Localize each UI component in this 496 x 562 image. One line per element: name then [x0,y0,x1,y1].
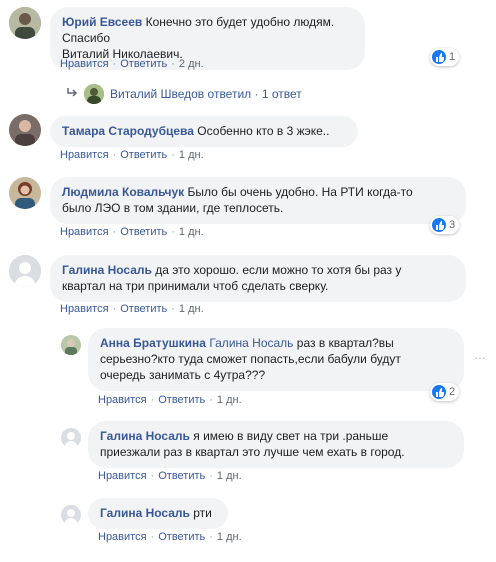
avatar[interactable] [9,255,41,287]
reply-text: я имею в виду свет на три .раньше [193,429,389,443]
like-link[interactable]: Нравится [60,303,109,315]
like-link[interactable]: Нравится [60,226,109,238]
avatar [84,84,104,104]
like-link[interactable]: Нравится [98,470,147,482]
avatar[interactable] [61,505,81,525]
avatar[interactable] [9,177,41,209]
like-icon [432,218,446,232]
comment-text: Было бы очень удобно. На РТИ когда-то [187,185,413,199]
timestamp[interactable]: 1 дн. [217,470,242,482]
reaction-count[interactable]: 1 [430,48,460,66]
comment-text: Особенно кто в 3 жэке.. [197,124,330,138]
more-options-icon[interactable]: ··· [474,349,486,365]
reply-bubble: Анна Братушкина Галина Носаль раз в квар… [88,328,464,391]
reply-link[interactable]: Ответить [120,226,167,238]
person-photo-icon [9,7,41,39]
reply-link[interactable]: Ответить [120,149,167,161]
comment-author[interactable]: Юрий Евсеев [62,15,142,29]
timestamp[interactable]: 1 дн. [179,226,204,238]
reply-actions: Нравится · Ответить · 1 дн. [98,470,242,482]
reply-text: приезжали раз в квартал это лучше чем ех… [100,445,405,459]
reaction-count[interactable]: 2 [430,383,460,401]
reply-link[interactable]: Ответить [158,531,205,543]
reply-actions: Нравится · Ответить · 1 дн. [98,394,242,406]
reply-author[interactable]: Галина Носаль [100,506,190,520]
comment-author[interactable]: Галина Носаль [62,263,152,277]
reply-link[interactable]: Ответить [120,58,167,70]
avatar[interactable] [9,114,41,146]
timestamp[interactable]: 2 дн. [179,58,204,70]
default-avatar-icon [61,428,81,448]
comment-bubble: Людмила Ковальчук Было бы очень удобно. … [50,177,466,224]
comment-text: квартал на три принимали чтоб сделать св… [62,279,329,293]
reaction-count[interactable]: 3 [430,216,460,234]
timestamp[interactable]: 1 дн. [217,531,242,543]
timestamp[interactable]: 1 дн. [217,394,242,406]
like-link[interactable]: Нравится [98,394,147,406]
comment-actions: Нравится · Ответить · 1 дн. [60,303,204,315]
avatar[interactable] [61,335,81,355]
comment-actions: Нравится · Ответить · 1 дн. [60,149,204,161]
person-photo-icon [9,177,41,209]
like-link[interactable]: Нравится [60,58,109,70]
reply-actions: Нравится · Ответить · 1 дн. [98,531,242,543]
like-icon [432,385,446,399]
reply-link[interactable]: Ответить [158,470,205,482]
default-avatar-icon [61,505,81,525]
like-icon [432,50,446,64]
comment-text: было ЛЭО в том здании, где теплосеть. [62,201,284,215]
reply-text: серьезно?кто туда сможет попасть,если ба… [100,352,401,366]
comment-author[interactable]: Людмила Ковальчук [62,185,184,199]
mention-link[interactable]: Галина Носаль [209,336,293,350]
reply-link[interactable]: Ответить [158,394,205,406]
view-replies-link[interactable]: Виталий Шведов ответил · 1 ответ [66,84,302,104]
like-link[interactable]: Нравится [60,149,109,161]
reply-text: раз в квартал?вы [296,336,394,350]
reply-author[interactable]: Анна Братушкина [100,336,206,350]
comment-text: да это хорошо. если можно то хотя бы раз… [155,263,402,277]
avatar[interactable] [9,7,41,39]
reply-text: очередь занимать с 4утра??? [100,368,266,382]
comment-actions: Нравится · Ответить · 1 дн. [60,226,204,238]
reply-author[interactable]: Галина Носаль [100,429,190,443]
timestamp[interactable]: 1 дн. [179,303,204,315]
default-avatar-icon [9,255,41,287]
comment-author[interactable]: Тамара Стародубцева [62,124,194,138]
person-photo-icon [9,114,41,146]
reply-bubble: Галина Носаль рти [88,498,228,529]
like-link[interactable]: Нравится [98,531,147,543]
person-photo-icon [61,335,81,355]
timestamp[interactable]: 1 дн. [179,149,204,161]
reply-arrow-icon [66,87,78,101]
avatar[interactable] [61,428,81,448]
comment-actions: Нравится · Ответить · 2 дн. [60,58,204,70]
reply-link[interactable]: Ответить [120,303,167,315]
comment-bubble: Галина Носаль да это хорошо. если можно … [50,255,466,302]
comment-bubble: Тамара Стародубцева Особенно кто в 3 жэк… [50,116,358,147]
reply-bubble: Галина Носаль я имею в виду свет на три … [88,421,464,468]
reply-text: рти [193,506,212,520]
